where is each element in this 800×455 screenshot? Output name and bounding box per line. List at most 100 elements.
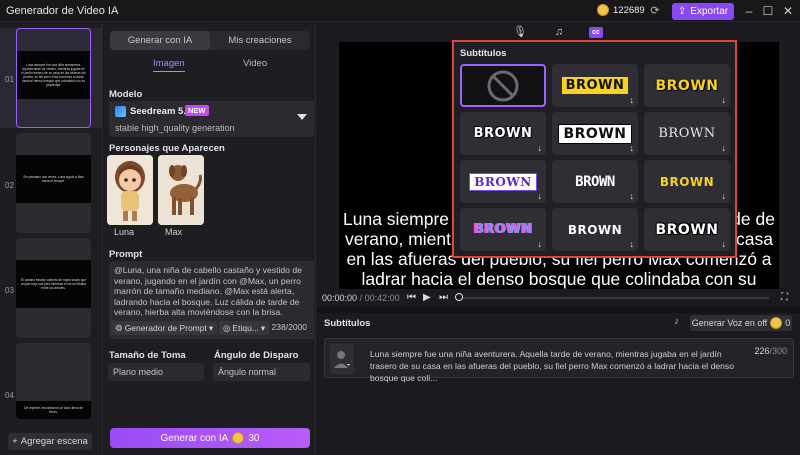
subtitle-entry[interactable]: Luna siempre fue una niña aventurera. Aq… — [324, 338, 794, 383]
export-label: Exportar — [690, 6, 729, 17]
person-icon — [334, 351, 350, 368]
style-condensed[interactable]: BROWN ↓ — [552, 160, 638, 203]
subtitle-count-value: 226 — [754, 346, 770, 356]
download-icon: ↓ — [629, 143, 635, 153]
download-icon: ↓ — [629, 95, 635, 105]
subtitle-text[interactable]: Luna siempre fue una niña aventurera. Aq… — [370, 348, 745, 384]
chevron-down-icon — [297, 114, 307, 120]
generation-panel: Generar con IA Mis creaciones Imagen Vid… — [104, 22, 316, 455]
title-bar: Generador de Video IA 122689 ⟳ ⇪ Exporta… — [0, 0, 800, 22]
scene-thumbnail[interactable]: Sin pensarlo dos veces, Luna siguió a Ma… — [16, 133, 91, 233]
scene-thumbnail[interactable]: Luna siempre fue una niña aventurera. Aq… — [16, 28, 91, 128]
popup-title: Subtítulos — [460, 48, 507, 59]
download-icon: ↓ — [721, 95, 727, 105]
tags-label: Etiqu... — [232, 323, 259, 333]
style-sample: BROWN — [575, 173, 615, 190]
style-white-black-outline[interactable]: BROWN ↓ — [460, 112, 546, 155]
time-current: 00:00:00 — [322, 293, 358, 303]
download-icon: ↓ — [537, 239, 543, 249]
model-label: Modelo — [109, 89, 143, 100]
style-gradient[interactable]: BROWN ↓ — [460, 208, 546, 251]
tag-icon: ◎ — [223, 322, 231, 333]
subtab-video[interactable]: Video — [243, 58, 267, 69]
scene-item[interactable]: 01 Luna siempre fue una niña aventurera.… — [0, 28, 103, 128]
tab-my-creations[interactable]: Mis creaciones — [210, 31, 310, 50]
generate-voiceover-button[interactable]: Generar Voz en off 0 — [690, 315, 792, 331]
style-white-shadow[interactable]: BROWN ↓ — [552, 208, 638, 251]
panel-divider — [317, 307, 800, 313]
plus-icon: + — [12, 436, 18, 447]
model-select[interactable]: Seedream 5.0 NEW stable high_quality gen… — [109, 101, 314, 137]
style-yellow-box[interactable]: BROWN ↓ — [552, 64, 638, 107]
download-icon: ↓ — [629, 239, 635, 249]
model-description: stable high_quality generation — [115, 123, 235, 133]
style-none[interactable] — [460, 64, 546, 107]
shot-size-select[interactable]: Plano medio — [108, 363, 204, 381]
mode-switch: Generar con IA Mis creaciones — [110, 31, 310, 50]
style-yellow-plain[interactable]: BROWN ↓ — [644, 160, 730, 203]
characters-label: Personajes que Aparecen — [109, 143, 225, 154]
subtab-image[interactable]: Imagen — [153, 58, 185, 72]
subtitle-style-popup: Subtítulos BROWN ↓ BROWN ↓ BROWN ↓ BROWN… — [452, 40, 737, 258]
download-icon: ↓ — [537, 143, 543, 153]
style-yellow-outline[interactable]: BROWN ↓ — [644, 64, 730, 107]
style-sample: BROWN — [473, 126, 533, 141]
style-sample: BROWN — [655, 77, 719, 94]
scene-item[interactable]: 04 De repente, encontraron un claro llen… — [0, 343, 103, 443]
no-style-icon — [487, 70, 519, 101]
skip-forward-icon[interactable]: ⏭ — [439, 292, 448, 303]
character-max[interactable] — [158, 155, 204, 225]
scene-caption: De repente, encontraron un claro lleno d… — [16, 401, 91, 419]
style-white-bold-outline[interactable]: BROWN ↓ — [644, 208, 730, 251]
credits-balance[interactable]: 122689 — [597, 4, 645, 16]
voiceover-cost: 0 — [785, 318, 791, 328]
style-purple-box[interactable]: BROWN ↓ — [460, 160, 546, 203]
play-icon[interactable]: ▶ — [423, 292, 431, 303]
scrubber-handle[interactable] — [455, 293, 463, 301]
scene-item[interactable]: 02 Sin pensarlo dos veces, Luna siguió a… — [0, 133, 103, 233]
shot-size-label: Tamaño de Toma — [109, 350, 186, 361]
character-name: Max — [165, 227, 183, 237]
tags-button[interactable]: ◎ Etiqu... ▾ — [219, 321, 270, 335]
prompt-generator-button[interactable]: ⚙ Generador de Prompt ▾ — [111, 321, 218, 335]
prompt-toolbar: ⚙ Generador de Prompt ▾ ◎ Etiqu... ▾ 238… — [108, 321, 313, 337]
scene-caption: Sin pensarlo dos veces, Luna siguió a Ma… — [16, 155, 91, 203]
subtitles-heading: Subtítulos — [324, 318, 371, 329]
style-white-box-outline[interactable]: BROWN ↓ — [552, 112, 638, 155]
credits-value: 122689 — [613, 4, 645, 16]
chevron-down-icon: ▾ — [260, 322, 266, 333]
generate-button[interactable]: Generar con IA 30 — [110, 428, 310, 448]
character-luna[interactable] — [107, 155, 153, 225]
minimize-icon[interactable]: – — [741, 3, 757, 19]
time-readout: 00:00:00 / 00:42:00 — [322, 293, 400, 303]
scene-thumbnail[interactable]: De repente, encontraron un claro lleno d… — [16, 343, 91, 419]
angle-select[interactable]: Ángulo normal — [213, 363, 310, 381]
fullscreen-icon[interactable]: ⛶ — [781, 292, 788, 303]
style-sample: BROWN — [473, 222, 533, 237]
download-icon: ↓ — [721, 239, 727, 249]
model-logo-icon — [115, 106, 126, 117]
add-scene-button[interactable]: + Agregar escena — [8, 433, 92, 450]
download-icon: ↓ — [721, 191, 727, 201]
voice-avatar[interactable] — [330, 344, 354, 374]
export-button[interactable]: ⇪ Exportar — [672, 3, 734, 20]
style-serif-plain[interactable]: BROWN ↓ — [644, 112, 730, 155]
scene-item[interactable]: 03 El camino estaba cubierto de hojas se… — [0, 238, 103, 338]
skip-back-icon[interactable]: ⏮ — [407, 292, 416, 303]
download-icon: ↓ — [537, 191, 543, 201]
timeline-scrubber[interactable] — [459, 297, 769, 299]
subtitles-cc-icon[interactable]: cc — [589, 27, 603, 38]
refresh-icon[interactable]: ⟳ — [648, 4, 662, 18]
generate-cost: 30 — [248, 432, 260, 444]
close-icon[interactable]: ✕ — [780, 3, 796, 19]
scene-thumbnail[interactable]: El camino estaba cubierto de hojas secas… — [16, 238, 91, 338]
prompt-text: @Luna, una niña de cabello castaño y ves… — [114, 265, 302, 318]
maximize-icon[interactable]: ☐ — [760, 3, 776, 19]
style-sample: BROWN — [567, 222, 623, 237]
music-icon[interactable]: ♫ — [551, 25, 567, 39]
generate-label: Generar con IA — [160, 432, 229, 444]
tab-generate-ai[interactable]: Generar con IA — [110, 31, 210, 50]
microphone-icon[interactable]: 🎙 — [512, 25, 528, 39]
media-tabs: 🎙 ♫ cc — [317, 22, 800, 42]
style-sample: BROWN — [658, 126, 716, 141]
